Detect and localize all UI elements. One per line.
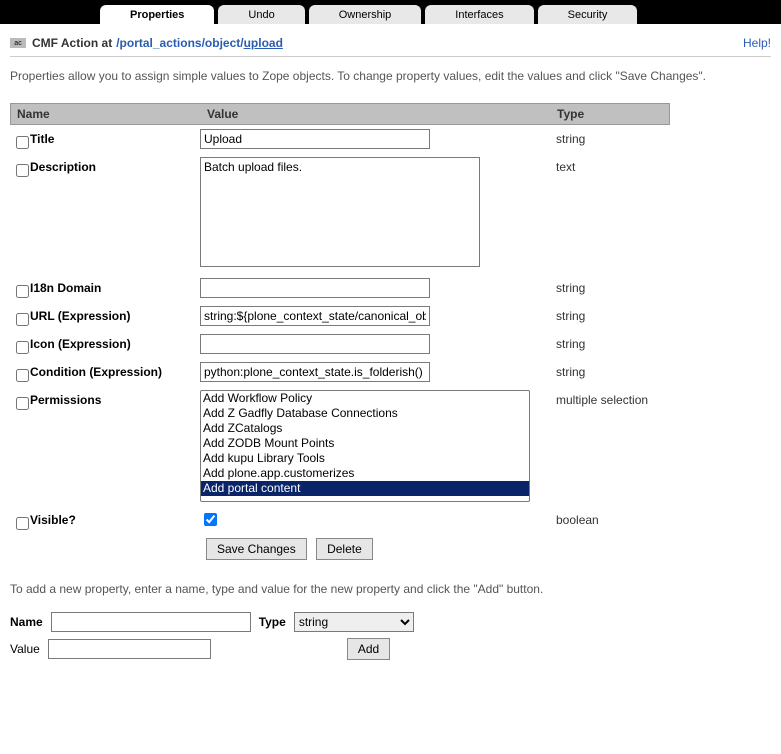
add-type-select[interactable]: string (294, 612, 414, 632)
prop-label-title: Title (30, 132, 54, 146)
permission-option[interactable]: Add ZODB Mount Points (201, 436, 529, 451)
tab-security[interactable]: Security (538, 5, 638, 24)
row-checkbox[interactable] (16, 285, 29, 298)
table-header: Name Value Type (10, 103, 670, 125)
tab-undo[interactable]: Undo (218, 5, 304, 24)
table-row: Permissions Add Workflow PolicyAdd Z Gad… (10, 386, 670, 506)
permission-option[interactable]: Add ZCatalogs (201, 421, 529, 436)
url-expression-input[interactable] (200, 306, 430, 326)
prop-label-url: URL (Expression) (30, 309, 130, 323)
help-link[interactable]: Help! (743, 36, 771, 50)
permission-option[interactable]: Add plone.app.customerizes (201, 466, 529, 481)
table-row: URL (Expression) string (10, 302, 670, 330)
col-type-header: Type (551, 104, 669, 124)
tab-bar: Properties Undo Ownership Interfaces Sec… (0, 0, 781, 24)
row-checkbox[interactable] (16, 369, 29, 382)
row-checkbox[interactable] (16, 517, 29, 530)
icon-expression-input[interactable] (200, 334, 430, 354)
table-row: Title string (10, 125, 670, 153)
prop-label-visible: Visible? (30, 513, 76, 527)
add-name-input[interactable] (51, 612, 251, 632)
action-icon: ac (10, 38, 26, 48)
header: ac CMF Action at /portal_actions/object/… (10, 32, 771, 57)
save-changes-button[interactable]: Save Changes (206, 538, 307, 560)
prop-type: string (550, 128, 670, 150)
add-intro-text: To add a new property, enter a name, typ… (10, 582, 771, 596)
add-value-label: Value (10, 642, 40, 656)
tab-properties[interactable]: Properties (100, 5, 214, 24)
prop-label-permissions: Permissions (30, 393, 101, 407)
add-button[interactable]: Add (347, 638, 390, 660)
add-property-section: To add a new property, enter a name, typ… (10, 582, 771, 660)
description-textarea[interactable]: Batch upload files. (200, 157, 480, 267)
prop-type: text (550, 156, 670, 178)
permission-option[interactable]: Add Z Gadfly Database Connections (201, 406, 529, 421)
table-row: I18n Domain string (10, 274, 670, 302)
table-row: Description Batch upload files. text (10, 153, 670, 274)
tab-ownership[interactable]: Ownership (309, 5, 422, 24)
row-checkbox[interactable] (16, 397, 29, 410)
breadcrumb: /portal_actions/object/upload (116, 36, 283, 50)
visible-checkbox[interactable] (204, 513, 217, 526)
prop-label-icon: Icon (Expression) (30, 337, 131, 351)
page-title: CMF Action at (32, 36, 112, 50)
breadcrumb-path: /portal_actions/object/ (116, 36, 243, 50)
prop-type: string (550, 333, 670, 355)
title-input[interactable] (200, 129, 430, 149)
permission-option[interactable]: Add Workflow Policy (201, 391, 529, 406)
permission-option[interactable]: Add kupu Library Tools (201, 451, 529, 466)
prop-type: string (550, 305, 670, 327)
intro-text: Properties allow you to assign simple va… (10, 67, 771, 85)
col-value-header: Value (201, 104, 551, 124)
condition-expression-input[interactable] (200, 362, 430, 382)
add-type-label: Type (259, 615, 286, 629)
row-checkbox[interactable] (16, 136, 29, 149)
table-row: Condition (Expression) string (10, 358, 670, 386)
prop-label-condition: Condition (Expression) (30, 365, 162, 379)
col-name-header: Name (11, 104, 201, 124)
permissions-select[interactable]: Add Workflow PolicyAdd Z Gadfly Database… (200, 390, 530, 502)
properties-table: Name Value Type Title string Description… (10, 103, 670, 564)
delete-button[interactable]: Delete (316, 538, 373, 560)
add-value-input[interactable] (48, 639, 211, 659)
table-row: Icon (Expression) string (10, 330, 670, 358)
row-checkbox[interactable] (16, 341, 29, 354)
prop-label-i18n: I18n Domain (30, 281, 101, 295)
prop-type: string (550, 361, 670, 383)
i18n-domain-input[interactable] (200, 278, 430, 298)
add-name-label: Name (10, 615, 43, 629)
row-checkbox[interactable] (16, 164, 29, 177)
prop-type: multiple selection (550, 389, 670, 411)
table-row: Visible? boolean (10, 506, 670, 534)
prop-label-description: Description (30, 160, 96, 174)
prop-type: boolean (550, 509, 670, 531)
permission-option[interactable]: Add portal content (201, 481, 529, 496)
prop-type: string (550, 277, 670, 299)
row-checkbox[interactable] (16, 313, 29, 326)
tab-interfaces[interactable]: Interfaces (425, 5, 533, 24)
breadcrumb-leaf[interactable]: upload (244, 36, 283, 50)
